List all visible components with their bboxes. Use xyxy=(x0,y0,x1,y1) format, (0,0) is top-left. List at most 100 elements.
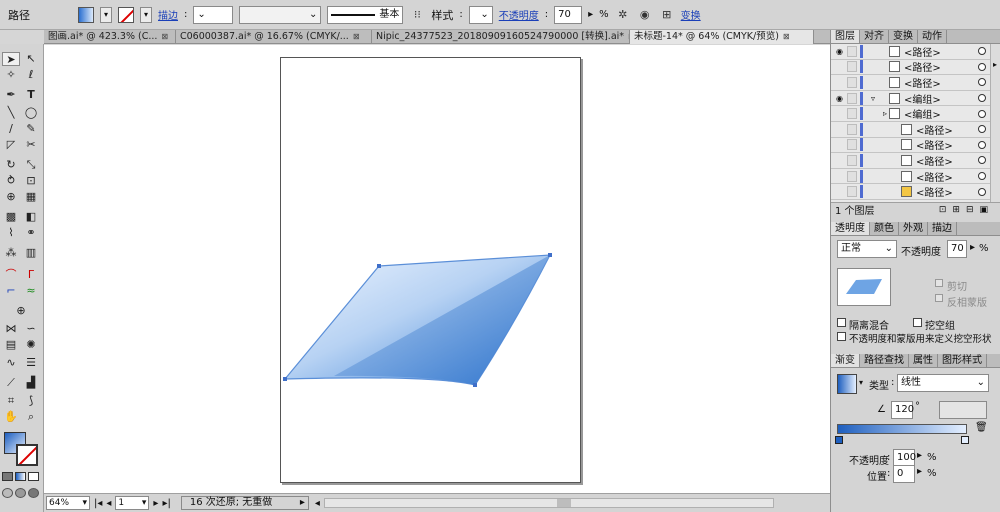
chevron-down-icon[interactable]: ▾ xyxy=(859,378,863,387)
graphic-style-field[interactable]: ⌄ xyxy=(468,5,493,24)
crop-tool-icon[interactable]: ⌗ xyxy=(2,394,20,408)
degree-dropdown-icon[interactable]: ° xyxy=(915,401,920,412)
clip-checkbox[interactable] xyxy=(935,294,943,302)
layer-row[interactable]: <路径> xyxy=(831,75,1000,91)
fill-dropdown[interactable]: ▾ xyxy=(100,6,112,23)
recolor-icon[interactable]: ✲ xyxy=(615,7,631,23)
zoom-field[interactable]: 64% ▾ xyxy=(46,496,90,510)
ellipse-tool-icon[interactable]: ◯ xyxy=(22,106,40,120)
eye-toggle[interactable] xyxy=(834,61,845,72)
angle-input[interactable]: 120 xyxy=(891,401,914,419)
lock-toggle[interactable] xyxy=(847,92,857,104)
stroke-weight-field[interactable]: ⌄ xyxy=(193,5,234,24)
brush-definition-field[interactable]: 基本 xyxy=(327,5,404,24)
anchor-point[interactable] xyxy=(473,383,477,387)
layers-footer-icons[interactable]: ⊡⊞⊟▣ xyxy=(939,205,994,215)
status-message[interactable]: 16 次还原; 无重做 ▸ xyxy=(180,496,309,510)
close-icon[interactable]: ⊠ xyxy=(353,30,360,44)
lock-toggle[interactable] xyxy=(847,108,857,120)
bar-chart-tool-icon[interactable]: ☰ xyxy=(22,356,40,370)
live-paint-tool-icon[interactable]: ▟ xyxy=(22,376,40,390)
paintbrush-tool-icon[interactable]: ∕ xyxy=(2,122,20,136)
type-tool-icon[interactable]: T xyxy=(22,88,40,102)
mesh-tool-icon[interactable]: ▩ xyxy=(2,210,20,224)
gradient-swatch[interactable] xyxy=(837,374,857,394)
globe-icon[interactable]: ◉ xyxy=(637,7,653,23)
tab-color[interactable]: 颜色 xyxy=(870,222,899,235)
direct-selection-tool-icon[interactable]: ↖ xyxy=(22,52,40,66)
layer-row[interactable]: <路径> xyxy=(831,168,1000,185)
eye-toggle[interactable] xyxy=(834,155,845,166)
tab-transform[interactable]: 变换 xyxy=(889,30,918,43)
collapse-triangle-icon[interactable]: ▹ xyxy=(863,109,889,118)
magic-wand-tool-icon[interactable]: ✧ xyxy=(2,68,20,82)
artboard-tool-icon[interactable]: ⋈ xyxy=(2,322,20,336)
aspect-ratio-input[interactable] xyxy=(939,401,987,419)
slice-tool-icon[interactable]: ∽ xyxy=(22,322,40,336)
warp-tool-icon[interactable]: ⥁ xyxy=(2,174,20,188)
target-icon[interactable] xyxy=(978,47,986,56)
anchor-point[interactable] xyxy=(548,253,552,257)
graph-tool-icon[interactable]: ▤ xyxy=(2,338,20,352)
horizontal-scrollbar[interactable] xyxy=(323,498,774,508)
draw-normal-button[interactable] xyxy=(2,488,13,498)
blend-tool-icon[interactable]: ⚭ xyxy=(22,226,40,240)
eye-toggle[interactable] xyxy=(834,77,845,88)
layer-row[interactable]: <路径> xyxy=(831,153,1000,169)
opacity-arrow-icon[interactable]: ▸ xyxy=(588,9,593,20)
opacity-arrow-icon[interactable]: ▸ xyxy=(970,242,975,253)
last-artboard-button[interactable]: ▸| xyxy=(162,498,170,509)
layer-row[interactable]: <路径> xyxy=(831,59,1000,76)
location-arrow-icon[interactable]: ▸ xyxy=(917,466,922,477)
opacity-input[interactable]: 70 xyxy=(947,240,967,258)
doc-tab[interactable]: 图画.ai* @ 423.3% (C... ⊠ xyxy=(44,30,176,44)
stroke-swatch[interactable] xyxy=(118,6,134,23)
stroke-options-icon[interactable]: ⁝⁝ xyxy=(409,7,425,23)
variable-width-field[interactable]: ⌄ xyxy=(239,5,322,24)
scroll-left-icon[interactable]: ◂ xyxy=(315,498,320,509)
pen-tool-icon[interactable]: ✒ xyxy=(2,88,20,102)
doc-tab-active[interactable]: 未标题-14* @ 64% (CMYK/预览) ⊠ xyxy=(630,30,814,44)
gradient-tool-icon[interactable]: ◧ xyxy=(22,210,40,224)
none-mode-button[interactable] xyxy=(28,472,39,481)
target-icon[interactable] xyxy=(978,140,986,149)
curvature-tool-icon[interactable]: ∿ xyxy=(2,356,20,370)
doc-tab[interactable]: C06000387.ai* @ 16.67% (CMYK/... ⊠ xyxy=(176,30,372,44)
color-mode-button[interactable] xyxy=(2,472,13,481)
fill-swatch[interactable] xyxy=(78,6,94,23)
target-icon[interactable] xyxy=(978,109,986,118)
stroke-dropdown[interactable]: ▾ xyxy=(140,6,152,23)
eye-toggle[interactable] xyxy=(834,171,845,182)
hand-tool-icon[interactable]: ✋ xyxy=(2,410,20,424)
opacity-input[interactable]: 70 xyxy=(554,5,583,24)
eye-toggle[interactable] xyxy=(834,186,845,197)
gradient-stop-left[interactable] xyxy=(835,436,843,444)
symbol-sprayer-tool-icon[interactable]: ⁂ xyxy=(2,246,20,260)
layer-row[interactable]: ▹ <编组> xyxy=(831,106,1000,122)
lock-toggle[interactable] xyxy=(847,76,857,88)
close-icon[interactable]: ⊠ xyxy=(783,30,790,44)
canvas[interactable] xyxy=(44,45,830,493)
line-tool-icon[interactable]: ╲ xyxy=(2,106,20,120)
eye-toggle[interactable] xyxy=(834,108,845,119)
anchor-point[interactable] xyxy=(377,264,381,268)
draw-inside-button[interactable] xyxy=(28,488,39,498)
shape-builder-tool-icon[interactable]: ⊕ xyxy=(2,190,20,204)
layer-row[interactable]: <路径> xyxy=(831,121,1000,138)
doc-tab[interactable]: Nipic_24377523_20180909160524790000 [转换]… xyxy=(372,30,630,44)
target-icon[interactable] xyxy=(978,94,986,103)
tab-stroke[interactable]: 描边 xyxy=(928,222,957,235)
isolate-blending-checkbox[interactable] xyxy=(837,318,846,327)
eye-icon[interactable]: ◉ xyxy=(834,93,845,104)
anchor-point-tool-icon[interactable]: ⌒ xyxy=(2,268,20,282)
close-icon[interactable]: ⊠ xyxy=(161,30,168,44)
knife-tool-icon[interactable]: ⟆ xyxy=(22,394,40,408)
stroke-panel-link[interactable]: 描边 xyxy=(158,7,178,22)
lock-toggle[interactable] xyxy=(847,123,857,135)
blend-mode-select[interactable]: 正常 ⌄ xyxy=(837,240,897,258)
eye-toggle[interactable] xyxy=(834,124,845,135)
gradient-stop-right[interactable] xyxy=(961,436,969,444)
opacity-arrow-icon[interactable]: ▸ xyxy=(917,450,922,461)
first-artboard-button[interactable]: |◂ xyxy=(94,498,102,509)
scrollbar-thumb[interactable] xyxy=(556,499,571,507)
